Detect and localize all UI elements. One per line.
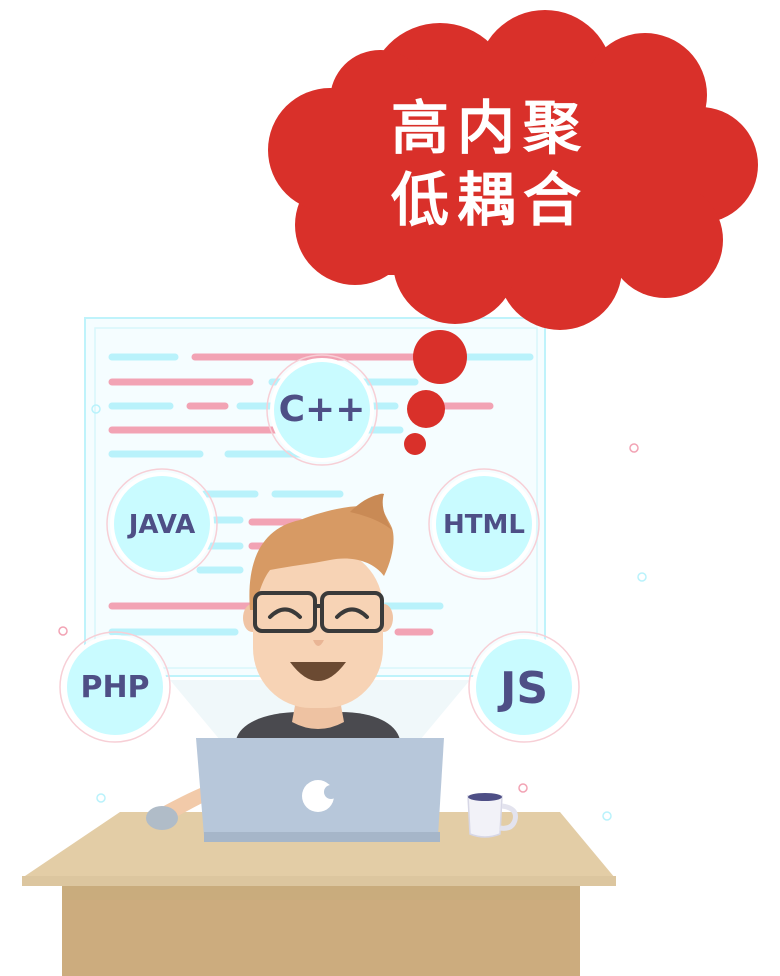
badge-html-label: HTML xyxy=(443,510,525,540)
thought-bubble-text: 高内聚 低耦合 xyxy=(355,92,625,236)
laptop xyxy=(196,738,444,842)
badge-php-label: PHP xyxy=(80,670,150,705)
badge-js-label: JS xyxy=(499,663,549,714)
thought-line-2: 低耦合 xyxy=(390,166,589,234)
badge-java-label: JAVA xyxy=(128,510,196,540)
thought-line-1: 高内聚 xyxy=(390,94,589,162)
badge-cpp-label: C++ xyxy=(278,389,366,430)
